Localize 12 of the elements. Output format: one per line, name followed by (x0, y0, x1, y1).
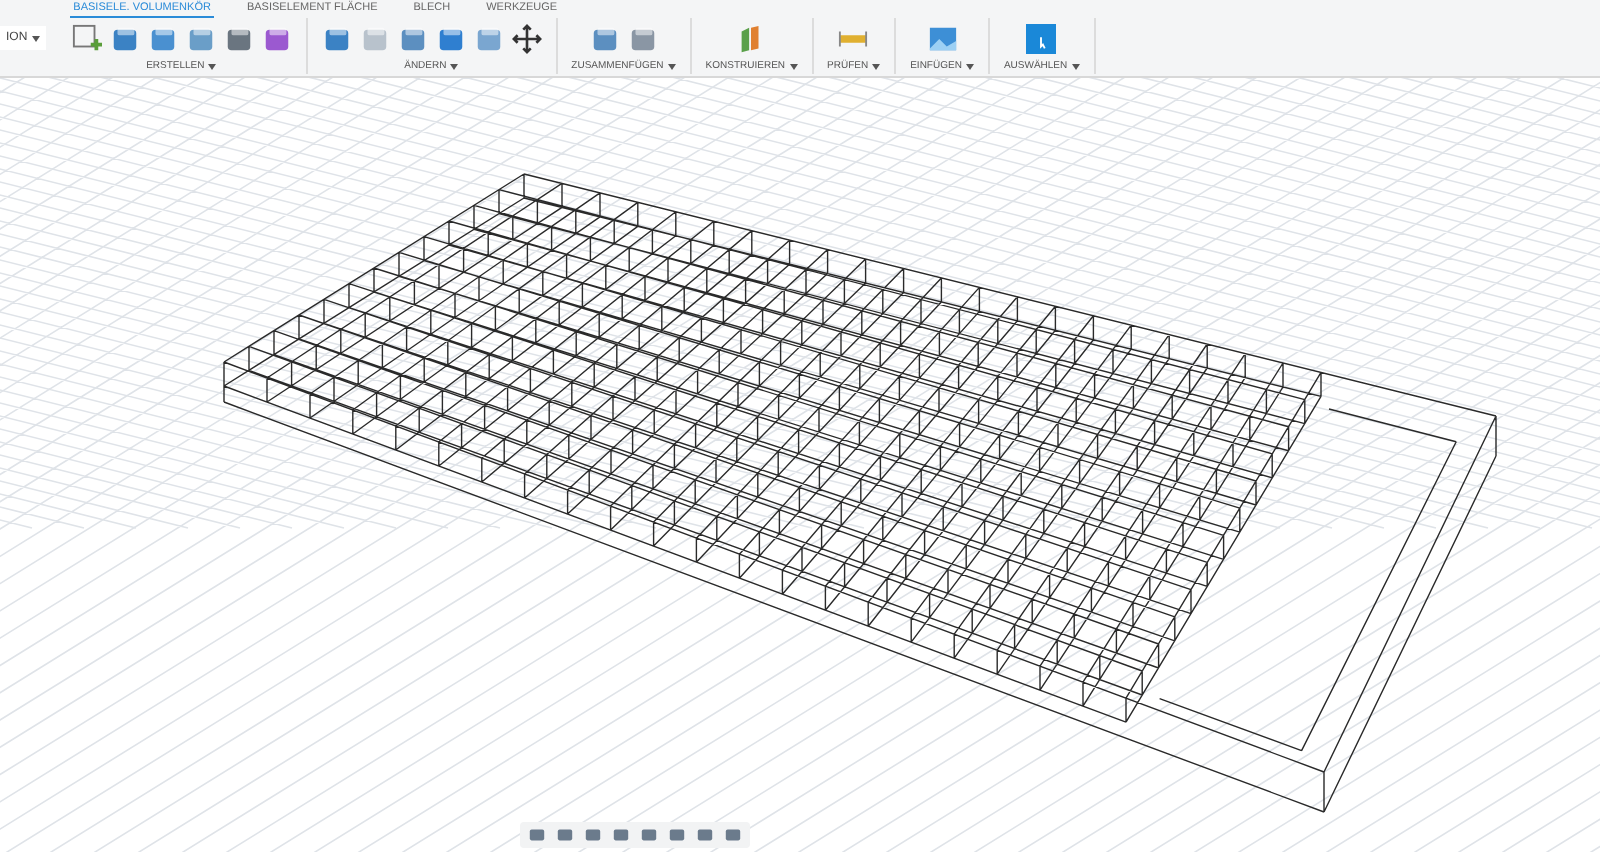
caret-icon (208, 63, 217, 69)
caret-icon (789, 63, 798, 69)
caret-icon (965, 63, 974, 69)
cursor-icon[interactable] (1026, 24, 1057, 54)
move-icon[interactable] (511, 24, 542, 54)
caret-icon (667, 63, 676, 69)
sketch-icon[interactable] (71, 24, 102, 54)
caret-icon (872, 63, 881, 69)
caret-icon (450, 63, 459, 69)
caret-icon (1071, 63, 1080, 69)
caret-icon (31, 35, 40, 41)
image-icon[interactable] (927, 24, 958, 54)
